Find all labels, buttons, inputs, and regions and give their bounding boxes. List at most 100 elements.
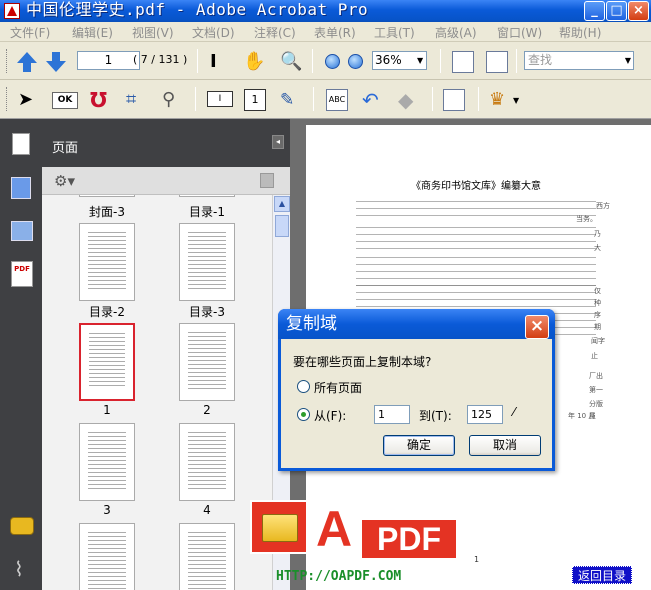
page-thumbnail[interactable]	[79, 523, 135, 590]
text-field-icon[interactable]: I	[207, 91, 233, 107]
page-number-input[interactable]: 1	[77, 51, 140, 70]
signatures-tab-icon[interactable]	[11, 221, 33, 241]
page-number-field-icon[interactable]: 1	[244, 89, 266, 111]
pages-tab-icon[interactable]	[12, 133, 30, 155]
spell-check-icon[interactable]: ABC	[326, 89, 348, 111]
page-thumbnail[interactable]	[179, 195, 235, 197]
maximize-button[interactable]: □	[606, 1, 627, 21]
page-thumbnail[interactable]	[79, 223, 135, 301]
toolbar-separator	[197, 49, 198, 73]
oapdf-logo: A PDF	[250, 500, 460, 562]
crop-tool-icon[interactable]: ⌗	[126, 89, 148, 111]
next-page-icon[interactable]	[46, 52, 66, 72]
zoom-in-icon[interactable]	[348, 54, 363, 69]
search-input[interactable]: 查找 ▼	[524, 51, 634, 70]
bookmarks-tab-icon[interactable]	[11, 177, 31, 199]
chevron-down-icon[interactable]: ▼	[417, 52, 426, 69]
layers-tab-icon[interactable]: PDF	[11, 261, 33, 287]
hand-tool-icon[interactable]: ✋	[243, 51, 265, 73]
to-page-input[interactable]: 125	[467, 405, 503, 424]
page-thumbnail[interactable]	[179, 523, 235, 590]
toolbar-grip[interactable]	[6, 87, 9, 111]
navigation-pane-tabs: PDF ⌇	[0, 119, 42, 590]
menu-edit[interactable]: 编辑(E)	[72, 24, 113, 41]
all-pages-label[interactable]: 所有页面	[314, 379, 362, 396]
thumbnail-label: 4	[203, 503, 211, 517]
menu-forms[interactable]: 表单(R)	[314, 24, 356, 41]
options-gear-icon[interactable]: ⚙▾	[54, 172, 75, 190]
thumbnail-label: 2	[203, 403, 211, 417]
previous-page-icon[interactable]	[17, 52, 37, 72]
toolbar-grip[interactable]	[6, 49, 9, 73]
document-page-number: 1	[474, 555, 480, 564]
page-thumbnail[interactable]	[179, 223, 235, 301]
toolbar-separator	[478, 87, 479, 111]
menu-tools[interactable]: 工具(T)	[374, 24, 415, 41]
close-window-button[interactable]: ×	[628, 1, 649, 21]
page-thumbnail-selected[interactable]	[79, 323, 135, 401]
page-text-fragment: 止	[591, 352, 598, 360]
cursor-pen-icon: ⁄	[513, 405, 516, 419]
page-text-fragment: 西方	[596, 202, 610, 210]
attachments-tab-icon[interactable]: ⌇	[14, 557, 24, 581]
dialog-close-button[interactable]: ×	[525, 315, 549, 339]
fit-width-icon[interactable]	[486, 51, 508, 73]
edit-field-icon[interactable]: ✎	[280, 89, 302, 111]
scrollbar-thumb[interactable]	[275, 215, 289, 237]
stamp-icon[interactable]: ♛	[489, 89, 511, 111]
chevron-down-icon[interactable]: ▼	[513, 96, 519, 105]
page-text-fragment: 序	[594, 311, 601, 319]
zoom-marquee-icon[interactable]: 🔍	[280, 51, 302, 73]
button-field-icon[interactable]: OK	[52, 92, 78, 109]
thumbnail-label: 目录-3	[189, 305, 225, 319]
panel-header: 页面 ◂	[42, 119, 290, 167]
menu-bar: 文件(F) 编辑(E) 视图(V) 文档(D) 注释(C) 表单(R) 工具(T…	[0, 22, 651, 42]
fit-page-icon[interactable]	[452, 51, 474, 73]
signature-field-icon[interactable]: Ʊ	[90, 89, 112, 111]
toolbar-separator	[440, 49, 441, 73]
scroll-up-icon[interactable]: ▲	[274, 196, 290, 212]
menu-document[interactable]: 文档(D)	[192, 24, 235, 41]
page-text-fragment: 闻字	[591, 337, 605, 345]
page-text-fragment: 年 10 月	[568, 412, 596, 420]
menu-help[interactable]: 帮助(H)	[559, 24, 601, 41]
menu-advanced[interactable]: 高级(A)	[435, 24, 477, 41]
toolbar-separator	[432, 87, 433, 111]
toolbar-separator	[312, 49, 313, 73]
page-range-radio[interactable]	[297, 408, 310, 421]
page-text-fragment: 乃	[594, 230, 601, 238]
chevron-down-icon[interactable]: ▼	[625, 52, 631, 69]
select-object-icon[interactable]: ➤	[18, 90, 40, 112]
select-text-icon[interactable]: I	[210, 51, 232, 73]
attachment-icon[interactable]: ⚲	[162, 89, 184, 111]
menu-window[interactable]: 窗口(W)	[497, 24, 542, 41]
ok-button[interactable]: 确定	[383, 435, 455, 456]
search-placeholder: 查找	[528, 53, 553, 67]
menu-file[interactable]: 文件(F)	[10, 24, 50, 41]
page-text-fragment: 当务。	[576, 215, 597, 223]
from-page-input[interactable]: 1	[374, 405, 410, 424]
return-to-contents-link[interactable]: 返回目录	[572, 566, 632, 584]
collapse-panel-icon[interactable]: ◂	[272, 135, 284, 149]
minimize-button[interactable]: _	[584, 1, 605, 21]
page-thumbnail[interactable]	[79, 423, 135, 501]
page-thumbnail[interactable]	[179, 323, 235, 401]
menu-view[interactable]: 视图(V)	[132, 24, 174, 41]
undo-icon[interactable]: ↶	[362, 89, 384, 111]
copy-page-icon[interactable]	[443, 89, 465, 111]
zoom-level-select[interactable]: 36% ▼	[372, 51, 427, 70]
page-thumbnail[interactable]	[179, 423, 235, 501]
zoom-out-icon[interactable]	[325, 54, 340, 69]
redo-icon[interactable]: ◆	[398, 89, 420, 111]
cancel-button[interactable]: 取消	[469, 435, 541, 456]
delete-page-icon[interactable]	[260, 173, 274, 188]
page-text-fragment: 种	[594, 299, 601, 307]
page-thumbnail[interactable]	[79, 195, 135, 197]
copy-field-dialog: 复制域 × 要在哪些页面上复制本域? 所有页面 从(F): 1 到(T): 12…	[278, 309, 555, 471]
watermark-url[interactable]: HTTP://OAPDF.COM	[276, 569, 401, 584]
all-pages-radio[interactable]	[297, 380, 310, 393]
menu-comments[interactable]: 注释(C)	[254, 24, 296, 41]
page-text-fragment: 分版	[589, 400, 603, 408]
from-label[interactable]: 从(F):	[314, 407, 346, 424]
comments-tab-icon[interactable]	[10, 517, 34, 535]
